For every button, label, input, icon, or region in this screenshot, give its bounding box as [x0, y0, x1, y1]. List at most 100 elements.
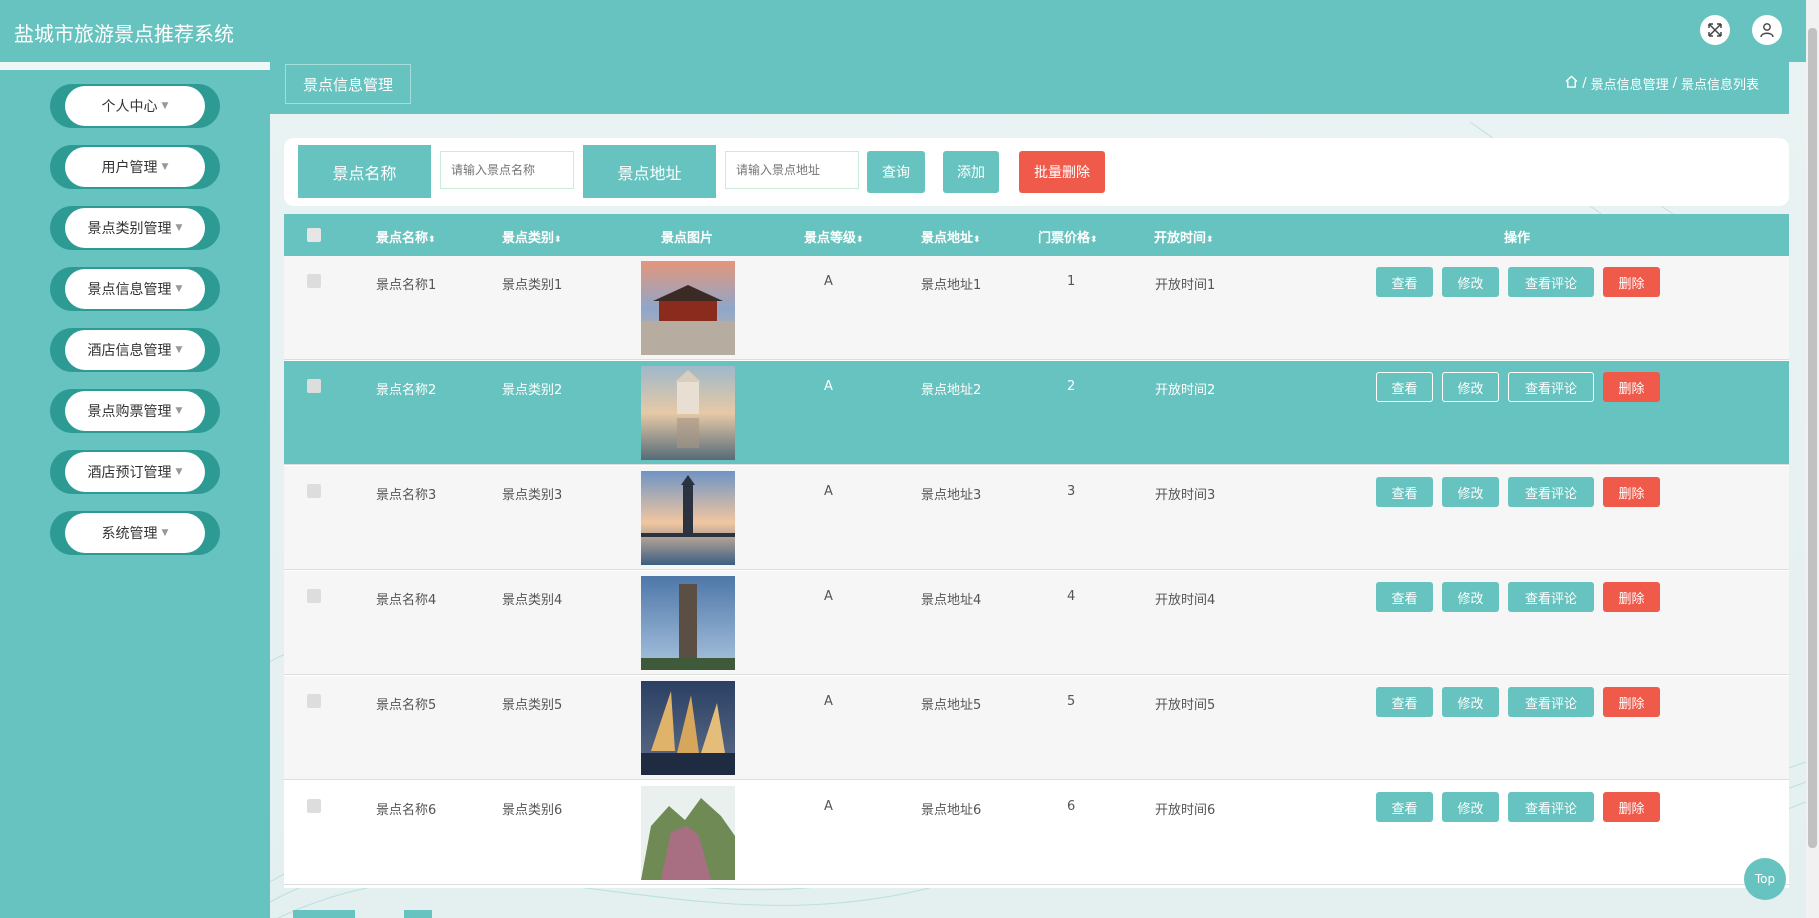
column-header-grade[interactable]: 景点等级⬍ [804, 227, 864, 246]
caret-down-icon: ▼ [161, 162, 169, 172]
row-checkbox[interactable] [307, 589, 321, 603]
edit-button[interactable]: 修改 [1442, 687, 1499, 717]
spot-image [641, 261, 735, 355]
spot-name: 景点名称2 [376, 383, 437, 398]
spot-price: 5 [1067, 694, 1076, 709]
delete-button[interactable]: 删除 [1603, 582, 1660, 612]
column-header-image: 景点图片 [661, 231, 714, 246]
sort-icon: ⬍ [1090, 235, 1098, 245]
spot-address: 景点地址5 [921, 698, 982, 713]
sort-icon: ⬍ [856, 235, 864, 245]
spot-price: 2 [1067, 379, 1076, 394]
row-checkbox[interactable] [307, 799, 321, 813]
sidebar-item-ticket-management[interactable]: 景点购票管理 ▼ [50, 389, 220, 433]
spot-address: 景点地址4 [921, 593, 982, 608]
sidebar-item-system-management[interactable]: 系统管理 ▼ [50, 511, 220, 555]
row-checkbox[interactable] [307, 694, 321, 708]
pagination-control[interactable] [404, 910, 432, 918]
sidebar-item-label: 景点购票管理 [87, 404, 172, 420]
view-comments-button[interactable]: 查看评论 [1508, 267, 1594, 297]
row-checkbox[interactable] [307, 274, 321, 288]
view-button[interactable]: 查看 [1376, 687, 1433, 717]
view-button[interactable]: 查看 [1376, 792, 1433, 822]
delete-button[interactable]: 删除 [1603, 267, 1660, 297]
spot-category: 景点类别2 [502, 383, 563, 398]
edit-button[interactable]: 修改 [1442, 267, 1499, 297]
pagination-control[interactable] [293, 910, 355, 918]
breadcrumb-separator: / [1672, 76, 1677, 91]
batch-delete-button[interactable]: 批量删除 [1019, 151, 1105, 193]
sidebar-item-label: 用户管理 [101, 160, 158, 176]
sidebar-item-spot-info-management[interactable]: 景点信息管理 ▼ [50, 267, 220, 311]
edit-button[interactable]: 修改 [1442, 477, 1499, 507]
spot-hours: 开放时间5 [1155, 698, 1216, 713]
table-row[interactable]: 景点名称5 景点类别5 A 景点地址5 5 开放时间5 查看 修改 查看评论 删… [284, 676, 1789, 780]
spot-image [641, 366, 735, 460]
view-button[interactable]: 查看 [1376, 372, 1433, 402]
add-button[interactable]: 添加 [943, 151, 999, 193]
view-button[interactable]: 查看 [1376, 582, 1433, 612]
spot-image [641, 471, 735, 565]
table-row[interactable]: 景点名称6 景点类别6 A 景点地址6 6 开放时间6 查看 修改 查看评论 删… [284, 781, 1789, 885]
name-search-label: 景点名称 [298, 145, 431, 198]
address-search-input[interactable] [725, 151, 859, 189]
column-header-name[interactable]: 景点名称⬍ [376, 227, 436, 246]
caret-down-icon: ▼ [175, 223, 183, 233]
sidebar-item-personal-center[interactable]: 个人中心 ▼ [50, 84, 220, 128]
column-header-price[interactable]: 门票价格⬍ [1038, 227, 1098, 246]
table-row[interactable]: 景点名称2 景点类别2 A 景点地址2 2 开放时间2 查看 修改 查看评论 删… [284, 361, 1789, 465]
spot-price: 4 [1067, 589, 1076, 604]
edit-button[interactable]: 修改 [1442, 582, 1499, 612]
column-header-hours[interactable]: 开放时间⬍ [1154, 227, 1214, 246]
spot-name: 景点名称6 [376, 803, 437, 818]
select-all-checkbox[interactable] [307, 228, 321, 242]
user-icon[interactable] [1752, 15, 1782, 45]
view-comments-button[interactable]: 查看评论 [1508, 372, 1594, 402]
row-checkbox[interactable] [307, 379, 321, 393]
table-row[interactable]: 景点名称3 景点类别3 A 景点地址3 3 开放时间3 查看 修改 查看评论 删… [284, 466, 1789, 570]
row-checkbox[interactable] [307, 484, 321, 498]
spot-address: 景点地址6 [921, 803, 982, 818]
spot-name: 景点名称1 [376, 278, 437, 293]
view-comments-button[interactable]: 查看评论 [1508, 687, 1594, 717]
view-comments-button[interactable]: 查看评论 [1508, 582, 1594, 612]
spot-price: 6 [1067, 799, 1076, 814]
back-to-top-button[interactable]: Top [1744, 858, 1786, 900]
address-search-label: 景点地址 [583, 145, 716, 198]
edit-button[interactable]: 修改 [1442, 372, 1499, 402]
sidebar-item-hotel-booking-management[interactable]: 酒店预订管理 ▼ [50, 450, 220, 494]
name-search-input[interactable] [440, 151, 574, 189]
top-bar: 盐城市旅游景点推荐系统 [0, 0, 1806, 62]
spot-price: 3 [1067, 484, 1076, 499]
caret-down-icon: ▼ [175, 406, 183, 416]
home-icon[interactable] [1565, 75, 1578, 92]
caret-down-icon: ▼ [175, 345, 183, 355]
view-comments-button[interactable]: 查看评论 [1508, 477, 1594, 507]
breadcrumb-item-spot-management[interactable]: 景点信息管理 [1591, 74, 1669, 93]
delete-button[interactable]: 删除 [1603, 687, 1660, 717]
column-header-category[interactable]: 景点类别⬍ [502, 227, 562, 246]
sidebar-item-hotel-info-management[interactable]: 酒店信息管理 ▼ [50, 328, 220, 372]
sort-icon: ⬍ [973, 235, 981, 245]
delete-button[interactable]: 删除 [1603, 372, 1660, 402]
sidebar-item-category-management[interactable]: 景点类别管理 ▼ [50, 206, 220, 250]
view-comments-button[interactable]: 查看评论 [1508, 792, 1594, 822]
spot-category: 景点类别5 [502, 698, 563, 713]
table-row[interactable]: 景点名称4 景点类别4 A 景点地址4 4 开放时间4 查看 修改 查看评论 删… [284, 571, 1789, 675]
sort-icon: ⬍ [1206, 235, 1214, 245]
view-button[interactable]: 查看 [1376, 267, 1433, 297]
scrollbar-thumb[interactable] [1808, 28, 1817, 848]
column-header-address[interactable]: 景点地址⬍ [921, 227, 981, 246]
spot-address: 景点地址1 [921, 278, 982, 293]
spot-category: 景点类别4 [502, 593, 563, 608]
spot-hours: 开放时间6 [1155, 803, 1216, 818]
delete-button[interactable]: 删除 [1603, 792, 1660, 822]
query-button[interactable]: 查询 [867, 151, 925, 193]
fullscreen-icon[interactable] [1700, 15, 1730, 45]
delete-button[interactable]: 删除 [1603, 477, 1660, 507]
sidebar-item-user-management[interactable]: 用户管理 ▼ [50, 145, 220, 189]
table-row[interactable]: 景点名称1 景点类别1 A 景点地址1 1 开放时间1 查看 修改 查看评论 删… [284, 256, 1789, 360]
sidebar-item-label: 系统管理 [101, 526, 158, 542]
view-button[interactable]: 查看 [1376, 477, 1433, 507]
edit-button[interactable]: 修改 [1442, 792, 1499, 822]
